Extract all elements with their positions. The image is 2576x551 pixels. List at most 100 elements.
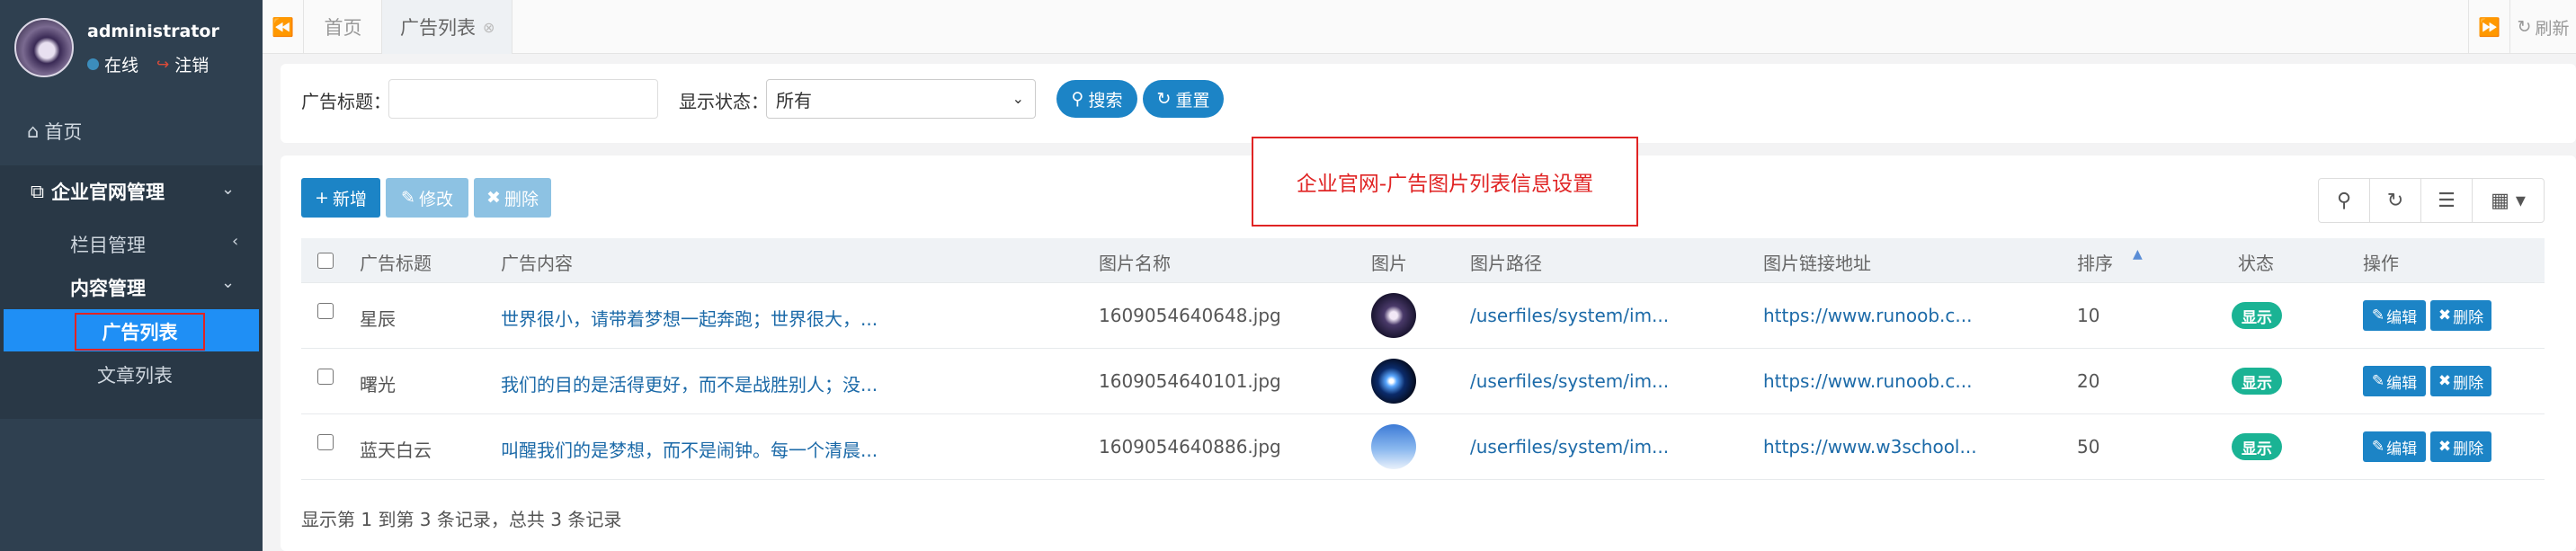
nav-item-article-list[interactable]: 文章列表 (97, 361, 173, 388)
col-image-name[interactable]: 图片名称 (1099, 249, 1171, 275)
cell-sort: 20 (2077, 370, 2100, 392)
row-delete-label: 删除 (2453, 374, 2484, 393)
home-icon: ⌂ (27, 120, 40, 142)
edit-icon: ✎ (401, 188, 415, 208)
table-header: 广告标题 广告内容 图片名称 图片 图片路径 图片链接地址 排序 状态 操作 (301, 238, 2545, 283)
status-badge: 显示 (2232, 433, 2282, 460)
delete-button-label: 删除 (504, 189, 539, 209)
delete-button[interactable]: ✖ 删除 (474, 178, 551, 218)
cell-image-name: 1609054640886.jpg (1099, 436, 1281, 458)
cell-ad-content[interactable]: 世界很小，请带着梦想一起奔跑；世界很大，... (501, 305, 878, 331)
tabs-scroll-right-icon[interactable]: ⏩ (2468, 0, 2509, 54)
row-delete-button[interactable]: ✖ 删除 (2430, 431, 2491, 462)
status-badge: 显示 (2232, 368, 2282, 395)
row-checkbox[interactable] (317, 303, 334, 319)
status-label: 显示状态： (679, 91, 769, 112)
cell-image-name: 1609054640648.jpg (1099, 305, 1281, 326)
cell-image-link[interactable]: https://www.w3school... (1763, 436, 1977, 458)
nav-home[interactable]: ⌂ 首页 (27, 118, 82, 145)
col-image-path[interactable]: 图片路径 (1470, 249, 1542, 275)
user-status: 在线 ↪ 注销 (87, 52, 209, 76)
sort-asc-icon[interactable]: ▲ (2133, 247, 2143, 262)
cell-image-path[interactable]: /userfiles/system/im... (1470, 436, 1669, 458)
user-name: administrator (87, 22, 219, 41)
col-status[interactable]: 状态 (2238, 249, 2274, 275)
add-button[interactable]: + 新增 (301, 178, 380, 218)
search-icon: ⚲ (1071, 89, 1084, 109)
row-delete-button[interactable]: ✖ 删除 (2430, 300, 2491, 331)
cell-image-link[interactable]: https://www.runoob.c... (1763, 370, 1972, 392)
select-all-checkbox[interactable] (317, 253, 334, 269)
row-edit-label: 编辑 (2386, 374, 2418, 393)
copy-icon: ⧉ (31, 180, 44, 202)
edit-icon: ✎ (2371, 307, 2385, 324)
row-checkbox[interactable] (317, 434, 334, 450)
close-icon: ✖ (2438, 307, 2452, 324)
cell-ad-content[interactable]: 叫醒我们的是梦想，而不是闹钟。每一个清晨... (501, 436, 878, 462)
tab-ad-list[interactable]: 广告列表 ⊗ (382, 0, 513, 54)
reset-button-label: 重置 (1175, 90, 1210, 111)
col-image-link[interactable]: 图片链接地址 (1763, 249, 1871, 275)
cell-sort: 10 (2077, 305, 2100, 326)
row-edit-button[interactable]: ✎ 编辑 (2363, 366, 2426, 396)
avatar[interactable] (14, 18, 74, 77)
close-icon[interactable]: ⊗ (483, 19, 495, 36)
col-ad-content[interactable]: 广告内容 (501, 249, 573, 275)
status-select[interactable]: 所有 ⌄ (766, 79, 1036, 119)
tab-home[interactable]: 首页 (305, 0, 382, 54)
chevron-left-icon: ‹ (232, 232, 239, 251)
table-search-icon[interactable]: ⚲ (2318, 178, 2370, 223)
tabs-scroll-left-icon[interactable]: ⏪ (263, 0, 304, 54)
col-sort[interactable]: 排序 (2077, 249, 2113, 275)
table-refresh-icon[interactable]: ↻ (2369, 178, 2421, 223)
thumbnail-image[interactable] (1371, 293, 1416, 338)
cell-image-name: 1609054640101.jpg (1099, 370, 1281, 392)
logout-link[interactable]: 注销 (174, 52, 209, 76)
nav-group-website-head[interactable]: ⧉ 企业官网管理 (31, 178, 165, 205)
cell-ad-title: 星辰 (360, 308, 396, 330)
reset-icon: ↻ (1156, 89, 1172, 109)
nav-group-label: 企业官网管理 (51, 182, 165, 203)
cell-image-link[interactable]: https://www.runoob.c... (1763, 305, 1972, 326)
refresh-button[interactable]: ↻ 刷新 (2509, 0, 2576, 54)
row-checkbox[interactable] (317, 369, 334, 385)
col-ad-title[interactable]: 广告标题 (360, 249, 432, 275)
edit-button[interactable]: ✎ 修改 (386, 178, 468, 218)
row-delete-label: 删除 (2453, 308, 2484, 327)
logout-icon[interactable]: ↪ (156, 56, 169, 74)
status-badge: 显示 (2232, 302, 2282, 329)
nav-item-ad-list[interactable]: 广告列表 (75, 313, 205, 351)
search-button-label: 搜索 (1088, 90, 1123, 111)
reset-button[interactable]: ↻ 重置 (1143, 80, 1224, 118)
nav-item-content-mgmt[interactable]: 内容管理 (70, 274, 146, 301)
table-row[interactable]: 曙光 我们的目的是活得更好，而不是战胜别人；没... 1609054640101… (301, 349, 2545, 414)
thumbnail-image[interactable] (1371, 424, 1416, 469)
row-delete-label: 删除 (2453, 440, 2484, 458)
cell-image-path[interactable]: /userfiles/system/im... (1470, 305, 1669, 326)
row-edit-button[interactable]: ✎ 编辑 (2363, 300, 2426, 331)
table-row[interactable]: 星辰 世界很小，请带着梦想一起奔跑；世界很大，... 1609054640648… (301, 283, 2545, 349)
edit-icon: ✎ (2371, 372, 2385, 390)
sidebar: administrator 在线 ↪ 注销 ⌂ 首页 ⧉ 企业官网管理 ⌄ 栏目… (0, 0, 263, 551)
table-columns-icon[interactable]: ▦ ▾ (2472, 178, 2545, 223)
chevron-down-icon: ⌄ (1012, 90, 1024, 107)
row-edit-button[interactable]: ✎ 编辑 (2363, 431, 2426, 462)
col-image[interactable]: 图片 (1371, 249, 1407, 275)
close-icon: ✖ (2438, 372, 2452, 390)
refresh-icon: ↻ (2517, 17, 2532, 37)
thumbnail-image[interactable] (1371, 359, 1416, 404)
cell-ad-content[interactable]: 我们的目的是活得更好，而不是战胜别人；没... (501, 370, 878, 396)
row-edit-label: 编辑 (2386, 440, 2418, 458)
nav-group-website: ⧉ 企业官网管理 ⌄ 栏目管理 ‹ 内容管理 ⌄ 广告列表 文章列表 (0, 165, 263, 419)
search-button[interactable]: ⚲ 搜索 (1056, 80, 1137, 118)
row-delete-button[interactable]: ✖ 删除 (2430, 366, 2491, 396)
ad-title-label: 广告标题： (301, 91, 391, 112)
ad-title-input[interactable] (388, 79, 658, 119)
cell-image-path[interactable]: /userfiles/system/im... (1470, 370, 1669, 392)
table-row[interactable]: 蓝天白云 叫醒我们的是梦想，而不是闹钟。每一个清晨... 16090546408… (301, 414, 2545, 480)
nav-item-column-mgmt[interactable]: 栏目管理 (70, 231, 146, 258)
row-edit-label: 编辑 (2386, 308, 2418, 327)
close-icon: ✖ (2438, 438, 2452, 456)
cell-sort: 50 (2077, 436, 2100, 458)
table-toggle-view-icon[interactable]: ☰ (2420, 178, 2473, 223)
